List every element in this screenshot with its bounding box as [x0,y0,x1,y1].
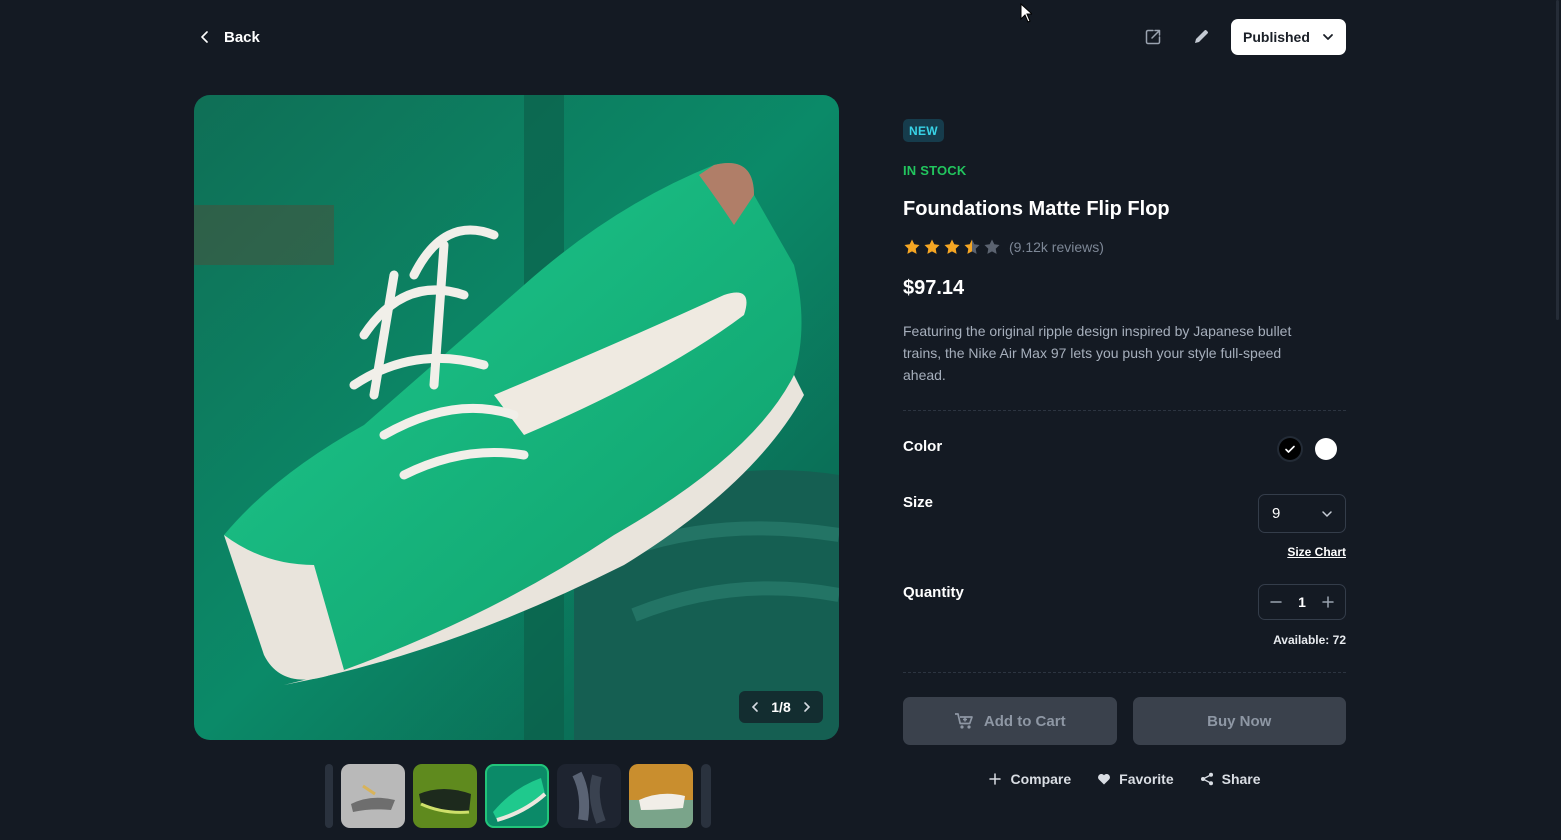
quantity-stepper: 1 [1258,584,1346,620]
top-actions: Published [1129,18,1346,56]
thumbnail-image [629,764,693,828]
pencil-icon [1195,30,1208,43]
add-to-cart-button[interactable]: Add to Cart [903,697,1117,745]
thumbnail-image [341,764,405,828]
external-link-icon [1145,29,1161,45]
compare-label: Compare [1010,771,1072,787]
publish-status-dropdown[interactable]: Published [1231,19,1346,55]
thumbnail-partial[interactable] [701,764,711,828]
thumbnail[interactable] [629,764,693,828]
star-rating [903,238,1001,256]
back-button[interactable]: Back [200,29,260,46]
product-image-gallery: 1/8 [194,95,839,740]
color-label: Color [903,438,943,455]
stock-status: IN STOCK [903,163,967,178]
view-external-button[interactable] [1129,18,1177,56]
share-label: Share [1221,771,1261,787]
check-icon [1285,445,1295,453]
review-count: (9.12k reviews) [1009,239,1104,255]
color-swatches [1279,438,1337,460]
purchase-actions: Add to Cart Buy Now [903,697,1346,745]
chevron-right-icon[interactable] [801,701,813,713]
publish-status-label: Published [1243,29,1310,45]
thumbnail[interactable] [413,764,477,828]
available-stock: Available: 72 [1273,633,1346,647]
share-icon [1200,772,1213,786]
quantity-label: Quantity [903,584,964,601]
cart-icon [954,713,973,729]
edit-button[interactable] [1177,18,1225,56]
thumbnail-image [413,764,477,828]
product-description: Featuring the original ripple design ins… [903,323,1292,383]
favorite-label: Favorite [1119,771,1174,787]
size-option: Size 9 Size Chart [903,494,1346,559]
thumbnail-partial[interactable] [325,764,333,828]
rating: (9.12k reviews) [903,237,1346,257]
quantity-option: Quantity 1 Available: 72 [903,584,1346,647]
star-icon [964,239,980,254]
size-label: Size [903,494,934,511]
minus-icon[interactable] [1269,595,1283,609]
share-button[interactable]: Share [1200,771,1261,787]
color-swatch-black[interactable] [1279,438,1301,460]
buy-now-label: Buy Now [1207,712,1272,730]
buy-now-button[interactable]: Buy Now [1132,697,1346,745]
add-to-cart-label: Add to Cart [983,712,1066,730]
color-option: Color [903,438,1346,460]
divider [903,672,1346,673]
size-chart-link[interactable]: Size Chart [1287,545,1346,559]
thumbnail[interactable] [557,764,621,828]
new-badge: NEW [903,119,944,142]
chevron-left-icon [201,31,208,43]
secondary-actions: Compare Favorite Share [903,771,1346,787]
favorite-button[interactable]: Favorite [1097,771,1174,787]
size-select[interactable]: 9 [1258,494,1346,533]
thumbnail-image [485,764,549,828]
gallery-page-indicator: 1/8 [771,699,791,715]
chevron-down-icon [1323,34,1333,40]
scrollbar[interactable] [1556,0,1559,320]
compare-button[interactable]: Compare [988,771,1071,787]
thumbnail[interactable] [341,764,405,828]
star-icon [904,239,920,254]
product-photo [194,95,839,740]
size-value: 9 [1272,505,1281,522]
heart-icon [1098,773,1111,785]
color-swatch-white[interactable] [1315,438,1337,460]
plus-icon [989,773,1002,785]
product-title: Foundations Matte Flip Flop [903,198,1170,220]
gallery-pager: 1/8 [739,691,823,723]
divider [903,410,1346,411]
top-bar: Back Published [194,18,1346,56]
star-icon [924,239,940,254]
product-info: NEW IN STOCK Foundations Matte Flip Flop… [903,119,1346,787]
back-label: Back [224,28,260,46]
product-price: $97.14 [903,277,965,299]
mouse-cursor-icon [1020,3,1032,23]
star-icon [984,239,1000,254]
thumbnail-active[interactable] [485,764,549,828]
thumbnail-strip [325,764,711,828]
star-icon [944,239,960,254]
quantity-value: 1 [1298,594,1306,610]
chevron-left-icon[interactable] [749,701,761,713]
plus-icon[interactable] [1321,595,1335,609]
chevron-down-icon [1322,510,1332,517]
thumbnail-image [557,764,621,828]
